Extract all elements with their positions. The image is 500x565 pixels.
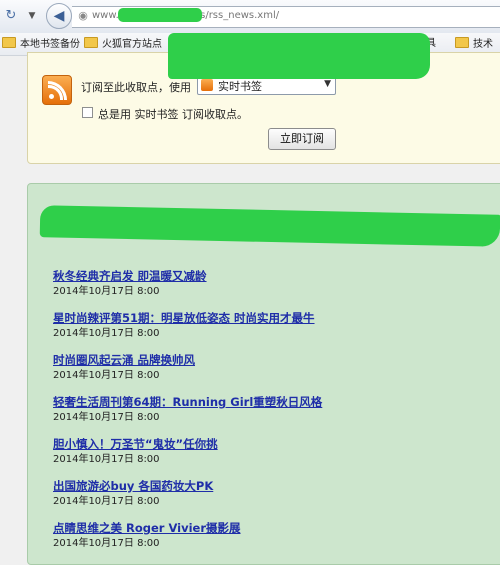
- feed-item: 星时尚辣评第51期：明星放低姿态 时尚实用才最牛 2014年10月17日 8:0…: [53, 311, 493, 353]
- bookmark-item[interactable]: 本地书签备份: [2, 37, 80, 51]
- dropdown-arrow-icon: ▼: [324, 79, 331, 89]
- folder-icon: [84, 37, 98, 48]
- url-prefix: www.: [92, 10, 119, 21]
- rss-feed-icon: [42, 75, 72, 105]
- feed-item: 轻奢生活周刊第64期：Running Girl重塑秋日风格 2014年10月17…: [53, 395, 493, 437]
- back-button[interactable]: ◀: [46, 3, 72, 29]
- reader-selected-value: 实时书签: [218, 80, 262, 93]
- url-suffix: rss/rss_news.xml/: [190, 10, 280, 21]
- redaction-mark: [384, 33, 414, 55]
- back-arrow-icon: ◀: [53, 8, 65, 24]
- feed-item-title-link[interactable]: 点睛思维之美 Roger Vivier摄影展: [53, 521, 493, 536]
- page-history-icon[interactable]: ↻: [2, 6, 20, 26]
- redaction-mark: [118, 8, 202, 22]
- subscribe-label: 订阅至此收取点，使用: [81, 81, 191, 94]
- feed-item-title-link[interactable]: 胆小慎入！万圣节“鬼妆”任你挑: [53, 437, 493, 452]
- feed-item-title-link[interactable]: 轻奢生活周刊第64期：Running Girl重塑秋日风格: [53, 395, 493, 410]
- always-use-label: 总是用 实时书签 订阅收取点。: [98, 108, 248, 121]
- bookmark-label: 火狐官方站点: [102, 39, 162, 50]
- feed-list: 秋冬经典齐启发 即温暖又减龄 2014年10月17日 8:00 星时尚辣评第51…: [53, 269, 493, 563]
- subscribe-now-button[interactable]: 立即订阅: [268, 128, 336, 150]
- feed-item: 时尚圈风起云涌 品牌换帅风 2014年10月17日 8:00: [53, 353, 493, 395]
- feed-content: 秋冬经典齐启发 即温暖又减龄 2014年10月17日 8:00 星时尚辣评第51…: [27, 183, 500, 565]
- feed-item-date: 2014年10月17日 8:00: [53, 370, 160, 381]
- feed-item: 胆小慎入！万圣节“鬼妆”任你挑 2014年10月17日 8:00: [53, 437, 493, 479]
- bookmark-label: 技术: [473, 39, 493, 50]
- feed-item-date: 2014年10月17日 8:00: [53, 286, 160, 297]
- site-identity-icon[interactable]: ◉: [76, 9, 90, 23]
- feed-item: 点睛思维之美 Roger Vivier摄影展 2014年10月17日 8:00: [53, 521, 493, 563]
- bookmark-label: 本地书签备份: [20, 39, 80, 50]
- feed-item-date: 2014年10月17日 8:00: [53, 412, 160, 423]
- feed-item-title-link[interactable]: 星时尚辣评第51期：明星放低姿态 时尚实用才最牛: [53, 311, 493, 326]
- feed-item-date: 2014年10月17日 8:00: [53, 538, 160, 549]
- bookmark-item[interactable]: 技术: [455, 37, 493, 51]
- feed-item-date: 2014年10月17日 8:00: [53, 496, 160, 507]
- feed-item-title-link[interactable]: 时尚圈风起云涌 品牌换帅风: [53, 353, 493, 368]
- feed-item-date: 2014年10月17日 8:00: [53, 454, 160, 465]
- folder-icon: [2, 37, 16, 48]
- folder-icon: [455, 37, 469, 48]
- always-use-checkbox[interactable]: [82, 107, 93, 118]
- feed-item-title-link[interactable]: 出国旅游必buy 各国药妆大PK: [53, 479, 493, 494]
- feed-header-redacted: [39, 205, 500, 247]
- feed-item-title-link[interactable]: 秋冬经典齐启发 即温暖又减龄: [53, 269, 493, 284]
- feed-item: 出国旅游必buy 各国药妆大PK 2014年10月17日 8:00: [53, 479, 493, 521]
- feed-item: 秋冬经典齐启发 即温暖又减龄 2014年10月17日 8:00: [53, 269, 493, 311]
- navigation-bar: ↻ ▼ ◀ ◉ www. rss/rss_news.xml/: [0, 0, 500, 34]
- bookmark-item[interactable]: 火狐官方站点: [84, 37, 162, 51]
- feed-item-date: 2014年10月17日 8:00: [53, 328, 160, 339]
- history-dropdown-icon[interactable]: ▼: [27, 6, 37, 26]
- live-bookmark-icon: [201, 79, 213, 91]
